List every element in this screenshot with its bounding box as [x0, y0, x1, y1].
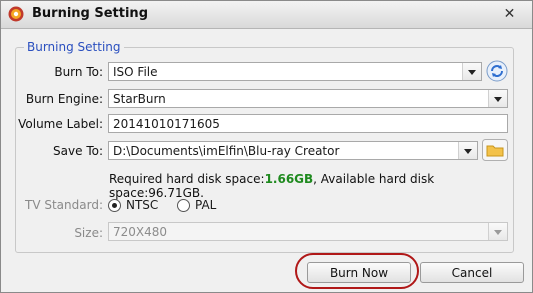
refresh-icon[interactable] [486, 60, 508, 82]
required-space-value: 1.66GB [264, 172, 314, 186]
title-bar: Burning Setting ✕ [1, 1, 532, 29]
radio-selected-icon[interactable] [108, 199, 121, 212]
app-logo-icon [8, 6, 24, 22]
burn-engine-value: StarBurn [113, 92, 166, 106]
window-title: Burning Setting [32, 6, 148, 21]
burn-engine-label: Burn Engine: [25, 92, 103, 106]
pal-label: PAL [195, 198, 217, 212]
ntsc-label: NTSC [126, 198, 159, 212]
folder-icon[interactable] [482, 139, 508, 161]
close-button[interactable]: ✕ [501, 6, 518, 23]
size-label: Size: [74, 226, 103, 240]
volume-label-value: 20141010171605 [113, 117, 220, 131]
volume-label-input[interactable]: 20141010171605 [108, 114, 508, 133]
disk-space-info: Required hard disk space:1.66GB, Availab… [109, 172, 532, 200]
required-space-label: Required hard disk space: [109, 172, 265, 186]
chevron-down-icon [488, 223, 507, 240]
chevron-down-icon[interactable] [462, 63, 481, 80]
burn-engine-select[interactable]: StarBurn [108, 89, 508, 108]
cancel-button[interactable]: Cancel [420, 262, 524, 283]
burn-to-select[interactable]: ISO File [108, 62, 482, 81]
burn-to-label: Burn To: [54, 65, 103, 79]
size-select[interactable]: 720X480 [108, 222, 508, 241]
pal-radio[interactable]: PAL [177, 198, 227, 214]
burn-now-button[interactable]: Burn Now [307, 262, 411, 283]
ntsc-radio[interactable]: NTSC [108, 198, 168, 214]
size-value: 720X480 [113, 225, 168, 239]
tv-standard-label: TV Standard: [25, 198, 103, 212]
save-to-select[interactable]: D:\Documents\imElfin\Blu-ray Creator [108, 141, 478, 160]
save-to-value: D:\Documents\imElfin\Blu-ray Creator [113, 144, 340, 158]
radio-unselected-icon[interactable] [177, 199, 190, 212]
volume-label-label: Volume Label: [18, 117, 103, 131]
save-to-label: Save To: [53, 144, 103, 158]
dialog-body: Burning Setting Burn To: ISO File Burn E… [1, 29, 532, 292]
burning-setting-dialog: Burning Setting ✕ Burning Setting Burn T… [0, 0, 533, 293]
burn-to-value: ISO File [113, 65, 158, 79]
chevron-down-icon[interactable] [488, 90, 507, 107]
group-legend: Burning Setting [27, 40, 121, 54]
chevron-down-icon[interactable] [458, 142, 477, 159]
